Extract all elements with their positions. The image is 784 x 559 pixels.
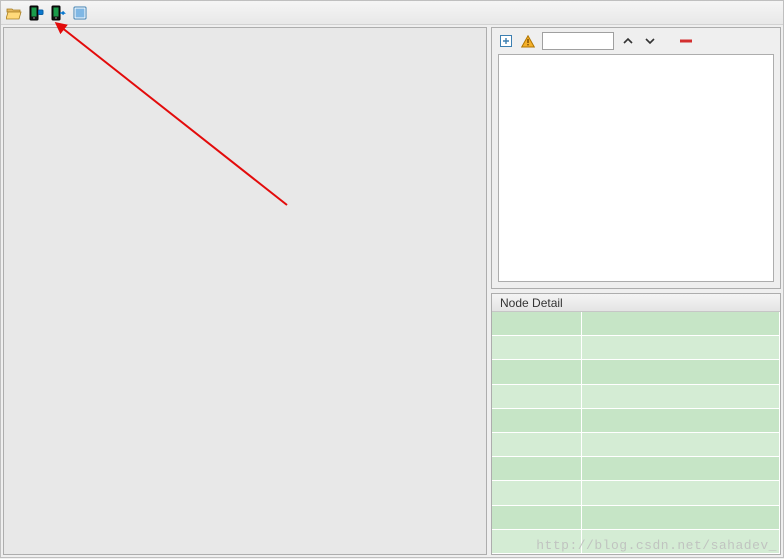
device-icon <box>28 5 44 21</box>
detail-row <box>492 409 780 433</box>
detail-value <box>582 530 780 554</box>
detail-key <box>492 481 582 505</box>
hierarchy-panel <box>491 27 781 289</box>
toggle-naff-button[interactable] <box>520 33 536 49</box>
detail-key <box>492 506 582 530</box>
screenshot-icon <box>72 5 88 21</box>
detail-key <box>492 360 582 384</box>
device-arrow-icon <box>50 5 66 21</box>
detail-row <box>492 433 780 457</box>
detail-value <box>582 409 780 433</box>
chevron-down-icon <box>644 35 656 47</box>
hierarchy-search-input[interactable] <box>542 32 614 50</box>
device-1-button[interactable] <box>27 4 45 22</box>
detail-value <box>582 433 780 457</box>
detail-value <box>582 336 780 360</box>
detail-key <box>492 385 582 409</box>
detail-row <box>492 506 780 530</box>
folder-open-icon <box>6 6 22 20</box>
node-detail-table <box>492 312 780 554</box>
detail-row <box>492 360 780 384</box>
main-area: Node Detail <box>1 25 783 557</box>
node-detail-panel: Node Detail <box>491 293 781 555</box>
detail-key <box>492 312 582 336</box>
detail-value <box>582 457 780 481</box>
chevron-up-icon <box>622 35 634 47</box>
expand-all-button[interactable] <box>498 33 514 49</box>
detail-row <box>492 312 780 336</box>
detail-key <box>492 457 582 481</box>
search-prev-button[interactable] <box>620 33 636 49</box>
open-file-button[interactable] <box>5 4 23 22</box>
capture-screenshot-button[interactable] <box>71 4 89 22</box>
search-next-button[interactable] <box>642 33 658 49</box>
detail-row <box>492 385 780 409</box>
plus-box-icon <box>500 35 512 47</box>
app-window: Node Detail http://blog.csdn.net/sahadev… <box>0 0 784 558</box>
warning-icon <box>521 35 535 48</box>
detail-key <box>492 409 582 433</box>
detail-key <box>492 530 582 554</box>
node-detail-header: Node Detail <box>492 294 780 312</box>
screenshot-viewer[interactable] <box>3 27 487 555</box>
detail-key <box>492 433 582 457</box>
detail-value <box>582 360 780 384</box>
detail-value <box>582 312 780 336</box>
detail-value <box>582 481 780 505</box>
detail-key <box>492 336 582 360</box>
minus-icon <box>679 38 693 44</box>
hierarchy-toolbar <box>492 28 780 54</box>
detail-value <box>582 506 780 530</box>
right-column: Node Detail <box>491 27 781 555</box>
detail-row <box>492 530 780 554</box>
clear-search-button[interactable] <box>678 33 694 49</box>
detail-row <box>492 481 780 505</box>
detail-row <box>492 457 780 481</box>
main-toolbar <box>1 1 783 25</box>
hierarchy-tree[interactable] <box>498 54 774 282</box>
detail-value <box>582 385 780 409</box>
device-2-button[interactable] <box>49 4 67 22</box>
detail-row <box>492 336 780 360</box>
